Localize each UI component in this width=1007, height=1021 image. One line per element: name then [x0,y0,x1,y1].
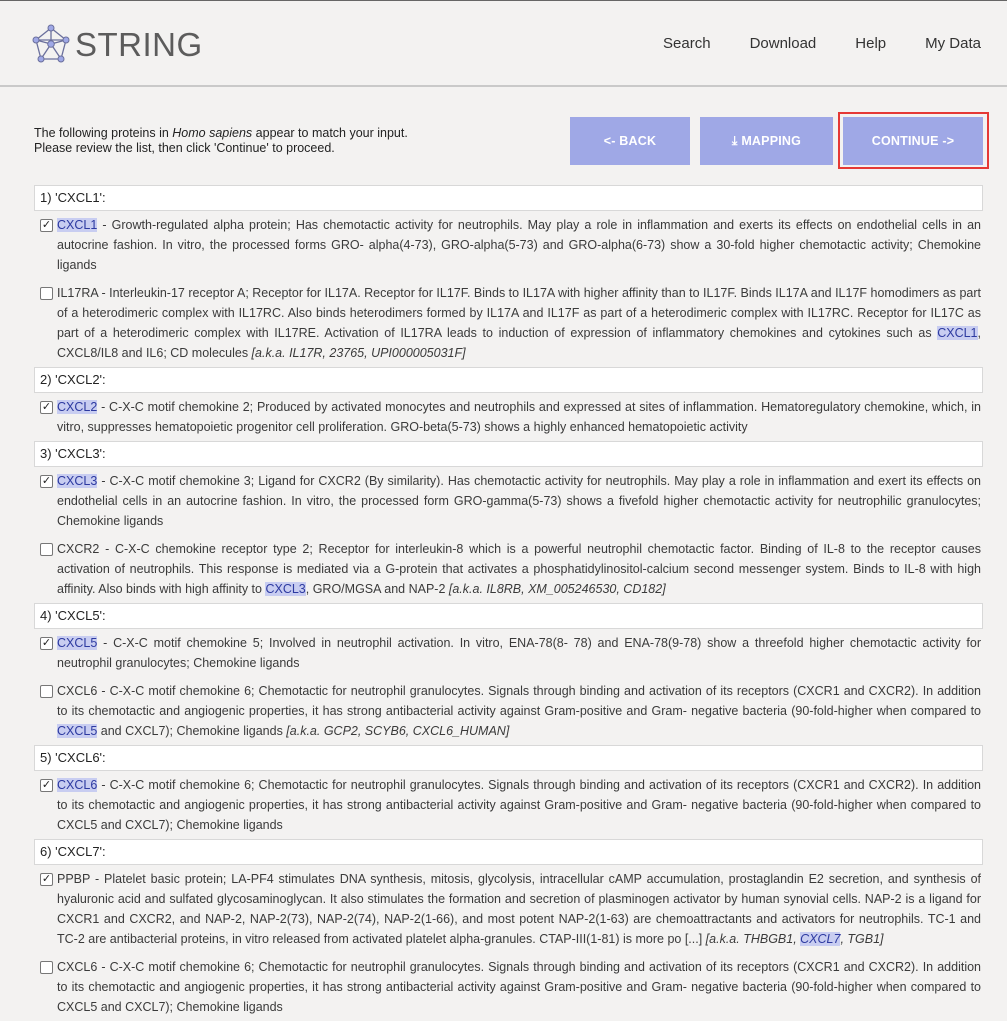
query-header: 4) 'CXCL5': [34,603,983,629]
aka-match-highlight: CXCL7 [800,932,841,946]
intro-line1-post: appear to match your input. [252,126,408,140]
protein-description: - C-X-C motif chemokine 6; Chemotactic f… [57,778,981,832]
protein-name: PPBP [57,872,91,886]
checkbox-checked[interactable]: ✓ [40,637,53,650]
protein-name: CXCR2 [57,542,100,556]
protein-description: - C-X-C motif chemokine 3; Ligand for CX… [57,474,981,528]
aka-names: [a.k.a. IL17R, 23765, UPI000005031F] [251,346,466,360]
checkbox-unchecked[interactable] [40,543,53,556]
checkbox-checked[interactable]: ✓ [40,219,53,232]
main-nav: Search Download Help My Data [624,35,981,52]
network-logo-icon [32,24,70,63]
protein-description: - Growth-regulated alpha protein; Has ch… [57,218,981,272]
intro-line2: Please review the list, then click 'Cont… [34,141,335,155]
protein-description-cont: , GRO/MGSA and NAP-2 [305,582,449,596]
protein-description: - Interleukin-17 receptor A; Receptor fo… [57,286,981,340]
aka-names: [a.k.a. THBGB1, [705,932,801,946]
aka-names-cont: , TGB1] [840,932,884,946]
checkbox-unchecked[interactable] [40,685,53,698]
protein-name: CXCL6 [57,960,98,974]
intro-line1-pre: The following proteins in [34,126,173,140]
protein-name: CXCL1 [57,218,98,232]
protein-description: - C-X-C motif chemokine 2; Produced by a… [57,400,981,434]
intro-species: Homo sapiens [172,126,253,140]
nav-my-data[interactable]: My Data [925,35,981,52]
list-item: ✓ CXCL5 - C-X-C motif chemokine 5; Involv… [34,629,983,677]
list-item: ✓ CXCL1 - Growth-regulated alpha protein;… [34,211,983,279]
string-logo[interactable]: STRING [30,24,203,65]
aka-names: [a.k.a. GCP2, SCYB6, CXCL6_HUMAN] [286,724,510,738]
checkbox-checked[interactable]: ✓ [40,873,53,886]
list-item: ✓ CXCL6 - C-X-C motif chemokine 6; Chemot… [34,771,983,839]
protein-name: IL17RA [57,286,99,300]
site-header: STRING Search Download Help My Data [0,0,1007,87]
protein-description: - C-X-C motif chemokine 6; Chemotactic f… [57,960,981,1014]
checkbox-checked[interactable]: ✓ [40,401,53,414]
query-header: 2) 'CXCL2': [34,367,983,393]
query-match-highlight: CXCL1 [937,326,978,340]
list-item: IL17RA - Interleukin-17 receptor A; Rece… [34,279,983,367]
logo-text: STRING [75,26,203,63]
protein-name: CXCL3 [57,474,98,488]
list-item: ✓ PPBP - Platelet basic protein; LA-PF4 s… [34,865,983,953]
protein-description-cont: and CXCL7); Chemokine ligands [97,724,287,738]
nav-search[interactable]: Search [663,35,711,52]
query-match-highlight: CXCL3 [265,582,306,596]
protein-name: CXCL6 [57,778,98,792]
query-header: 1) 'CXCL1': [34,185,983,211]
list-item: CXCL6 - C-X-C motif chemokine 6; Chemota… [34,953,983,1021]
protein-name: CXCL6 [57,684,98,698]
query-header: 5) 'CXCL6': [34,745,983,771]
query-header: 6) 'CXCL7': [34,839,983,865]
list-item: ✓ CXCL3 - C-X-C motif chemokine 3; Ligand… [34,467,983,535]
protein-description: - C-X-C motif chemokine 5; Involved in n… [57,636,981,670]
checkbox-unchecked[interactable] [40,287,53,300]
protein-name: CXCL5 [57,636,98,650]
intro-text: The following proteins in Homo sapiens a… [34,126,408,156]
list-item: ✓ CXCL2 - C-X-C motif chemokine 2; Produc… [34,393,983,441]
query-header: 3) 'CXCL3': [34,441,983,467]
mapping-button[interactable]: ⤓ MAPPING [700,117,833,165]
back-button[interactable]: <- BACK [570,117,690,165]
list-item: CXCR2 - C-X-C chemokine receptor type 2;… [34,535,983,603]
list-item: CXCL6 - C-X-C motif chemokine 6; Chemota… [34,677,983,745]
protein-match-list: 1) 'CXCL1': ✓ CXCL1 - Growth-regulated alp… [34,185,983,1021]
query-match-highlight: CXCL5 [57,724,98,738]
checkbox-checked[interactable]: ✓ [40,475,53,488]
continue-focus-outline [838,112,989,169]
protein-name: CXCL2 [57,400,98,414]
aka-names: [a.k.a. IL8RB, XM_005246530, CD182] [448,582,666,596]
checkbox-unchecked[interactable] [40,961,53,974]
protein-description: - C-X-C motif chemokine 6; Chemotactic f… [57,684,981,718]
nav-download[interactable]: Download [750,35,817,52]
checkbox-checked[interactable]: ✓ [40,779,53,792]
nav-help[interactable]: Help [855,35,886,52]
